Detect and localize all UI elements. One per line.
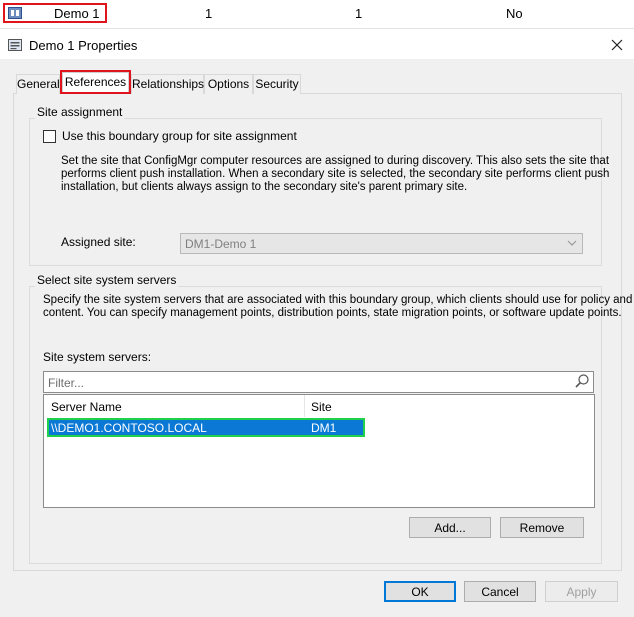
filter-input[interactable] — [43, 371, 594, 393]
column-header-server-name[interactable]: Server Name — [51, 400, 122, 414]
tab-security[interactable]: Security — [253, 74, 301, 94]
site-assignment-description-line-1: Set the site that ConfigMgr computer res… — [61, 155, 610, 167]
cancel-button[interactable]: Cancel — [464, 581, 536, 602]
remove-button[interactable]: Remove — [500, 517, 584, 538]
add-button[interactable]: Add... — [409, 517, 491, 538]
assigned-site-dropdown[interactable]: DM1-Demo 1 — [180, 233, 583, 254]
site-assignment-checkbox[interactable] — [43, 130, 56, 143]
site-assignment-description-line-2: performs client push installation. When … — [61, 168, 610, 180]
row-col4: No — [506, 6, 523, 21]
site-system-servers-description-line-2: content. You can specify management poin… — [43, 307, 622, 319]
assigned-site-label: Assigned site: — [61, 235, 136, 249]
column-divider[interactable] — [304, 395, 305, 417]
ok-button[interactable]: OK — [384, 581, 456, 602]
tab-options[interactable]: Options — [204, 74, 253, 94]
dialog-title: Demo 1 Properties — [29, 38, 138, 53]
site-system-servers-title: Select site system servers — [35, 273, 179, 287]
site-assignment-description-line-3: installation, but clients always assign … — [61, 181, 468, 193]
apply-button[interactable]: Apply — [545, 581, 618, 602]
row-site: DM1 — [311, 421, 337, 435]
properties-icon — [8, 39, 22, 51]
tab-general[interactable]: General — [16, 74, 60, 94]
site-assignment-checkbox-label[interactable]: Use this boundary group for site assignm… — [62, 129, 297, 144]
tab-relationships[interactable]: Relationships — [131, 74, 204, 94]
filter-placeholder: Filter... — [48, 376, 85, 390]
site-system-servers-description-line-1: Specify the site system servers that are… — [43, 294, 633, 306]
row-server-name: \\DEMO1.CONTOSO.LOCAL — [51, 421, 207, 435]
chevron-down-icon — [567, 240, 577, 246]
row-highlight-frame — [3, 3, 107, 23]
row-col2: 1 — [205, 6, 213, 21]
close-icon[interactable] — [606, 34, 628, 56]
site-system-servers-label: Site system servers: — [43, 350, 152, 364]
row-col3: 1 — [355, 6, 363, 21]
assigned-site-value: DM1-Demo 1 — [185, 237, 257, 251]
site-assignment-title: Site assignment — [35, 105, 125, 119]
column-header-site[interactable]: Site — [311, 400, 332, 414]
tab-highlight-frame — [60, 70, 131, 94]
search-icon[interactable] — [574, 373, 590, 389]
